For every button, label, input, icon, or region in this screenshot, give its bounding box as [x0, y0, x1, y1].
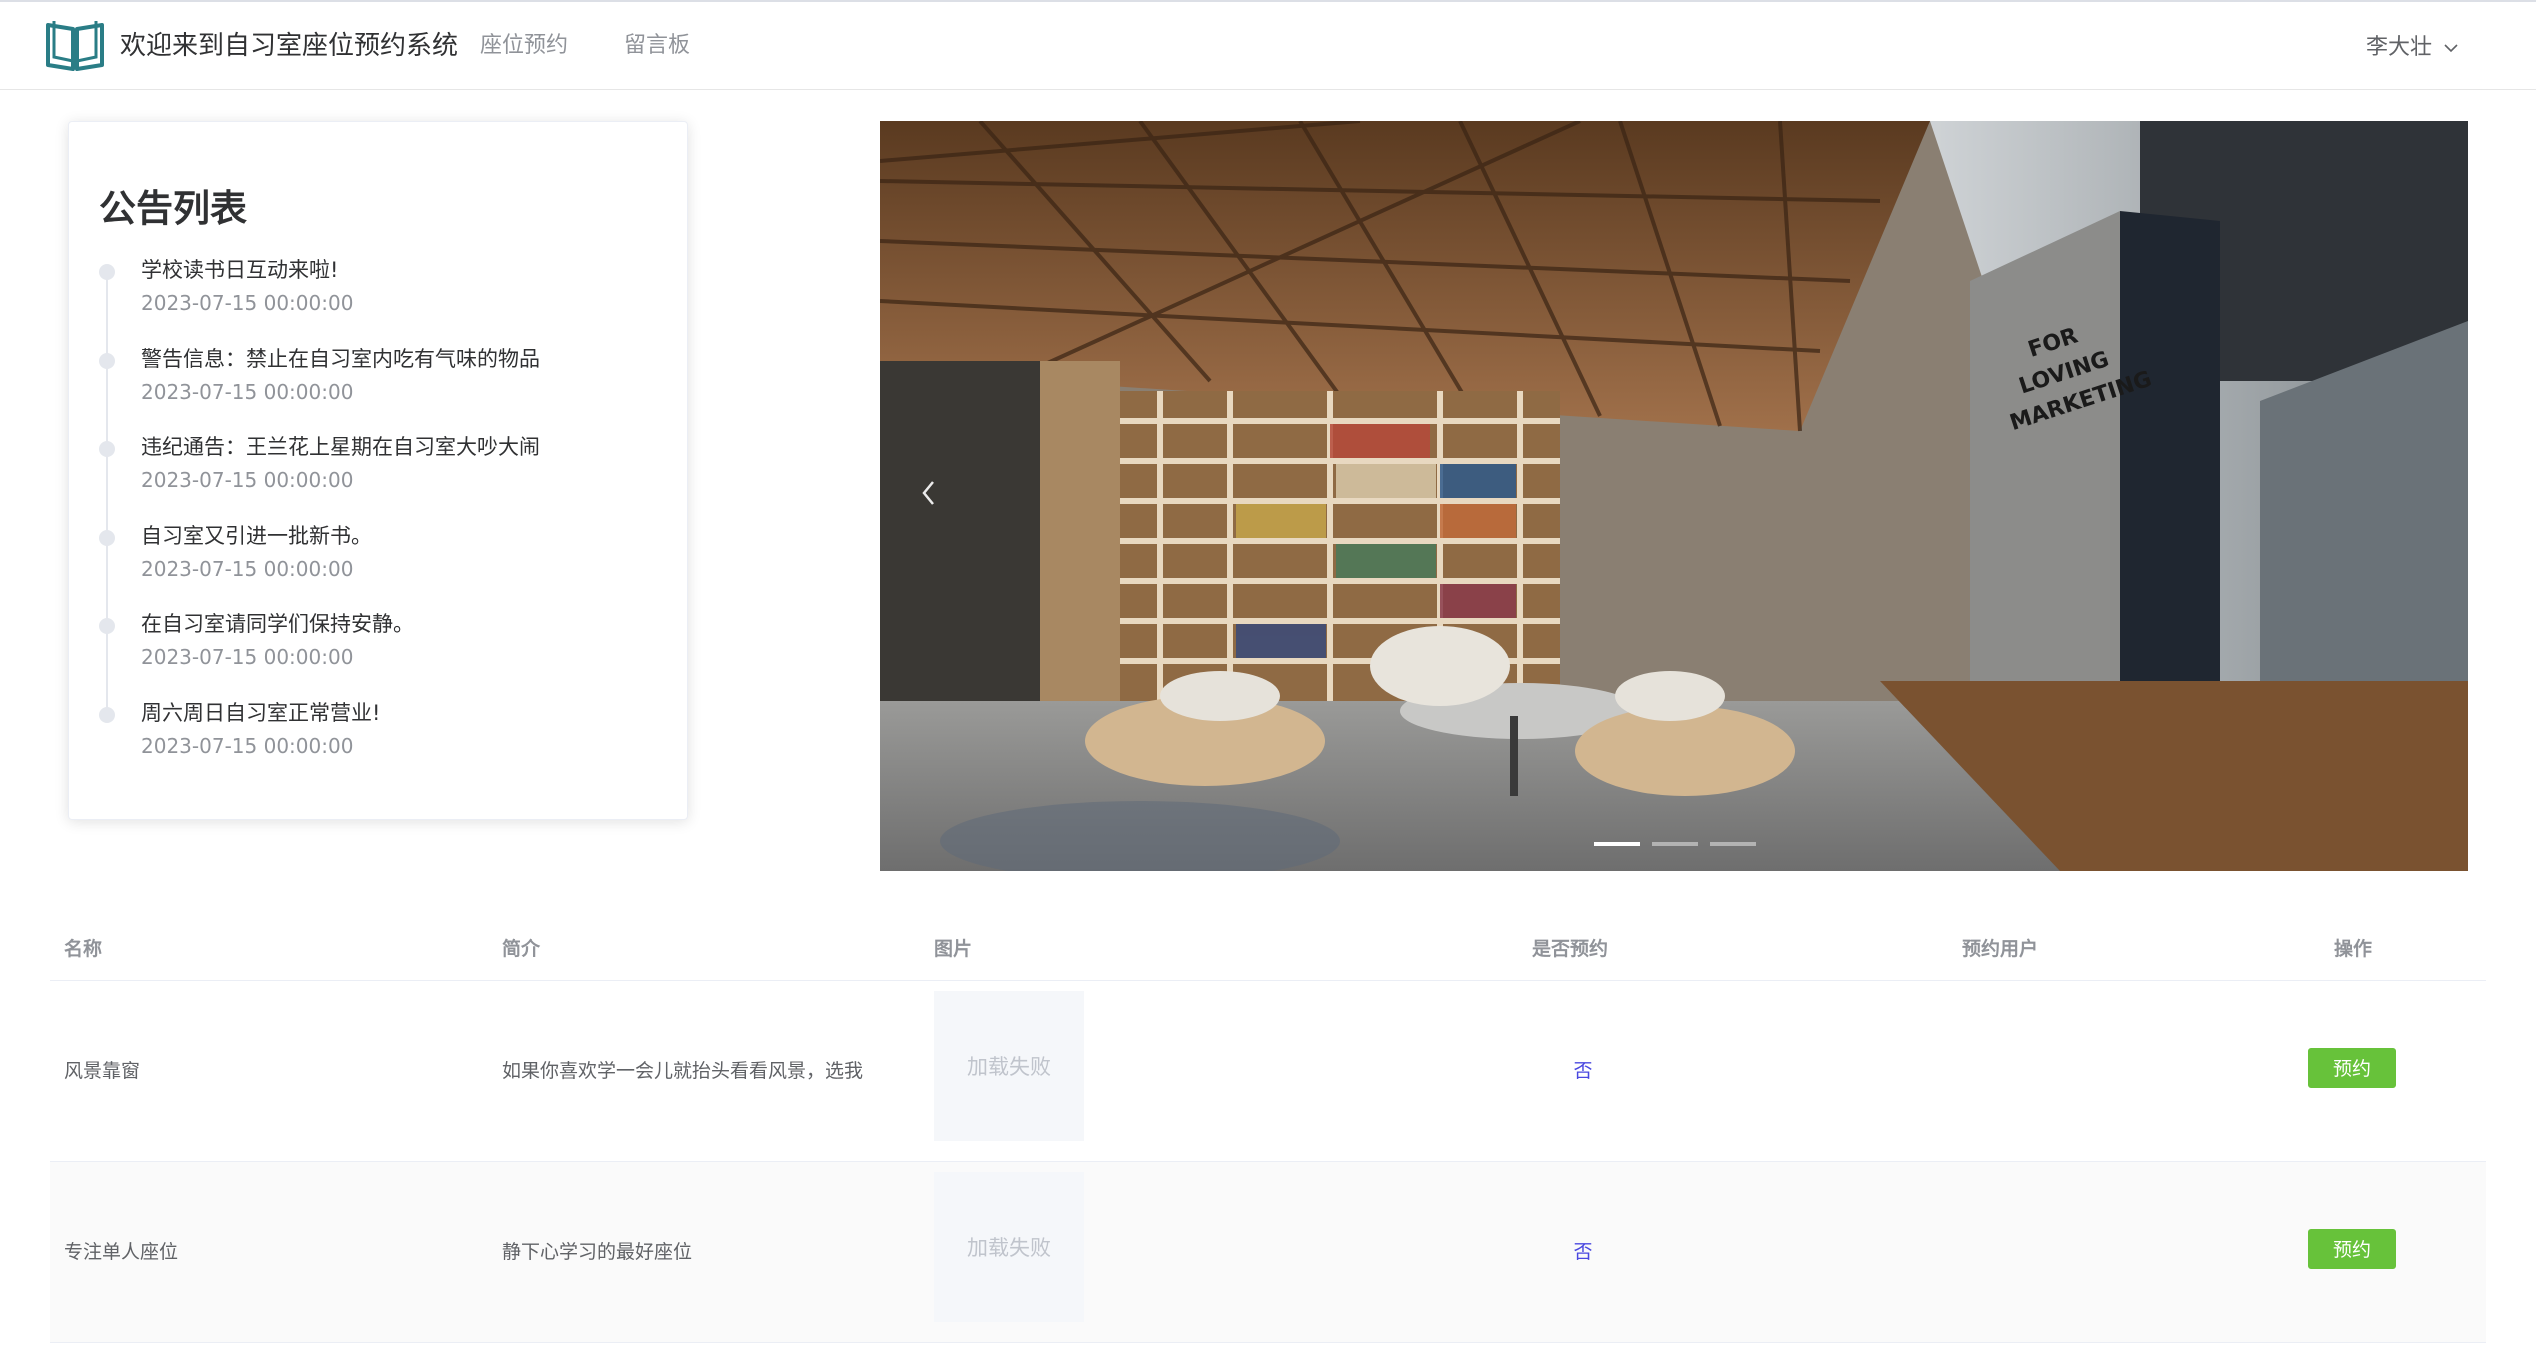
- timeline-dot: [99, 529, 115, 546]
- notice-item: 周六周日自习室正常营业! 2023-07-15 00:00:00: [99, 701, 659, 794]
- column-header-action: 操作: [2334, 938, 2373, 960]
- notice-timeline: 学校读书日互动来啦! 2023-07-15 00:00:00 警告信息：禁止在自…: [99, 258, 659, 794]
- notice-time: 2023-07-15 00:00:00: [141, 556, 354, 581]
- nav-seat-reservation[interactable]: 座位预约: [480, 28, 568, 64]
- carousel-indicators: [1594, 842, 1756, 846]
- carousel-indicator[interactable]: [1710, 842, 1756, 846]
- notice-time: 2023-07-15 00:00:00: [141, 645, 354, 669]
- top-navbar: 欢迎来到自习室座位预约系统 座位预约 留言板 李大壮: [0, 0, 2536, 90]
- notice-time: 2023-07-15 00:00:00: [141, 733, 354, 758]
- notice-time: 2023-07-15 00:00:00: [141, 468, 354, 492]
- notice-card: 公告列表 学校读书日互动来啦! 2023-07-15 00:00:00 警告信息…: [68, 121, 688, 820]
- seat-image-placeholder: 加载失败: [934, 1172, 1084, 1322]
- timeline-dot: [99, 264, 115, 280]
- seat-name: 风景靠窗: [64, 1060, 141, 1082]
- column-header-name: 名称: [64, 938, 103, 960]
- timeline-dot: [99, 706, 115, 723]
- timeline-dot: [99, 441, 115, 457]
- nav-message-board[interactable]: 留言板: [624, 28, 690, 64]
- notice-item: 警告信息：禁止在自习室内吃有气味的物品 2023-07-15 00:00:00: [99, 347, 659, 455]
- seat-table: 名称 简介 图片 是否预约 预约用户 操作 风景靠窗 如果你喜欢学一会儿就抬头看…: [50, 920, 2486, 1343]
- site-title: 欢迎来到自习室座位预约系统: [120, 31, 459, 61]
- timeline-dot: [99, 352, 115, 369]
- seat-image-placeholder: 加载失败: [934, 991, 1084, 1141]
- notice-content: 自习室又引进一批新书。: [141, 523, 372, 548]
- notice-item: 违纪通告：王兰花上星期在自习室大吵大闹 2023-07-15 00:00:00: [99, 435, 659, 543]
- reserved-status: 否: [1573, 1241, 1593, 1263]
- notice-item: 学校读书日互动来啦! 2023-07-15 00:00:00: [99, 258, 659, 366]
- carousel-prev-button[interactable]: [904, 468, 954, 518]
- chevron-left-icon: [922, 481, 934, 505]
- table-row: 专注单人座位 静下心学习的最好座位 加载失败 否 预约: [50, 1162, 2486, 1343]
- seat-name: 专注单人座位: [64, 1241, 179, 1263]
- column-header-user: 预约用户: [1962, 938, 2039, 960]
- notice-time: 2023-07-15 00:00:00: [141, 379, 354, 404]
- carousel-indicator[interactable]: [1652, 842, 1698, 846]
- notice-content: 警告信息：禁止在自习室内吃有气味的物品: [141, 346, 540, 371]
- table-row: 风景靠窗 如果你喜欢学一会儿就抬头看看风景，选我 加载失败 否 预约: [50, 981, 2486, 1162]
- notice-title: 公告列表: [99, 187, 247, 230]
- user-dropdown[interactable]: 李大壮: [2366, 30, 2460, 66]
- notice-time: 2023-07-15 00:00:00: [141, 291, 354, 315]
- open-book-icon: [46, 21, 104, 71]
- seat-description: 静下心学习的最好座位: [502, 1241, 693, 1263]
- carousel-indicator[interactable]: [1594, 842, 1640, 846]
- reserved-status: 否: [1573, 1060, 1593, 1082]
- user-name: 李大壮: [2365, 35, 2432, 60]
- column-header-image: 图片: [934, 938, 973, 960]
- seat-description: 如果你喜欢学一会儿就抬头看看风景，选我: [502, 1060, 864, 1082]
- reserve-button[interactable]: 预约: [2308, 1048, 2396, 1088]
- notice-content: 违纪通告：王兰花上星期在自习室大吵大闹: [141, 435, 540, 459]
- column-header-desc: 简介: [502, 938, 541, 960]
- timeline-dot: [99, 618, 115, 634]
- table-header: 名称 简介 图片 是否预约 预约用户 操作: [50, 920, 2486, 981]
- notice-item: 自习室又引进一批新书。 2023-07-15 00:00:00: [99, 524, 659, 632]
- column-header-reserved: 是否预约: [1532, 938, 1609, 960]
- chevron-down-icon: [2444, 44, 2458, 53]
- notice-content: 在自习室请同学们保持安静。: [141, 612, 414, 636]
- notice-content: 周六周日自习室正常营业!: [141, 700, 381, 725]
- reserve-button[interactable]: 预约: [2308, 1229, 2396, 1269]
- notice-content: 学校读书日互动来啦!: [141, 258, 339, 282]
- study-room-photo: FOR LOVING MARKETING: [880, 121, 2468, 871]
- notice-item: 在自习室请同学们保持安静。 2023-07-15 00:00:00: [99, 612, 659, 720]
- image-carousel[interactable]: FOR LOVING MARKETING: [880, 121, 2468, 871]
